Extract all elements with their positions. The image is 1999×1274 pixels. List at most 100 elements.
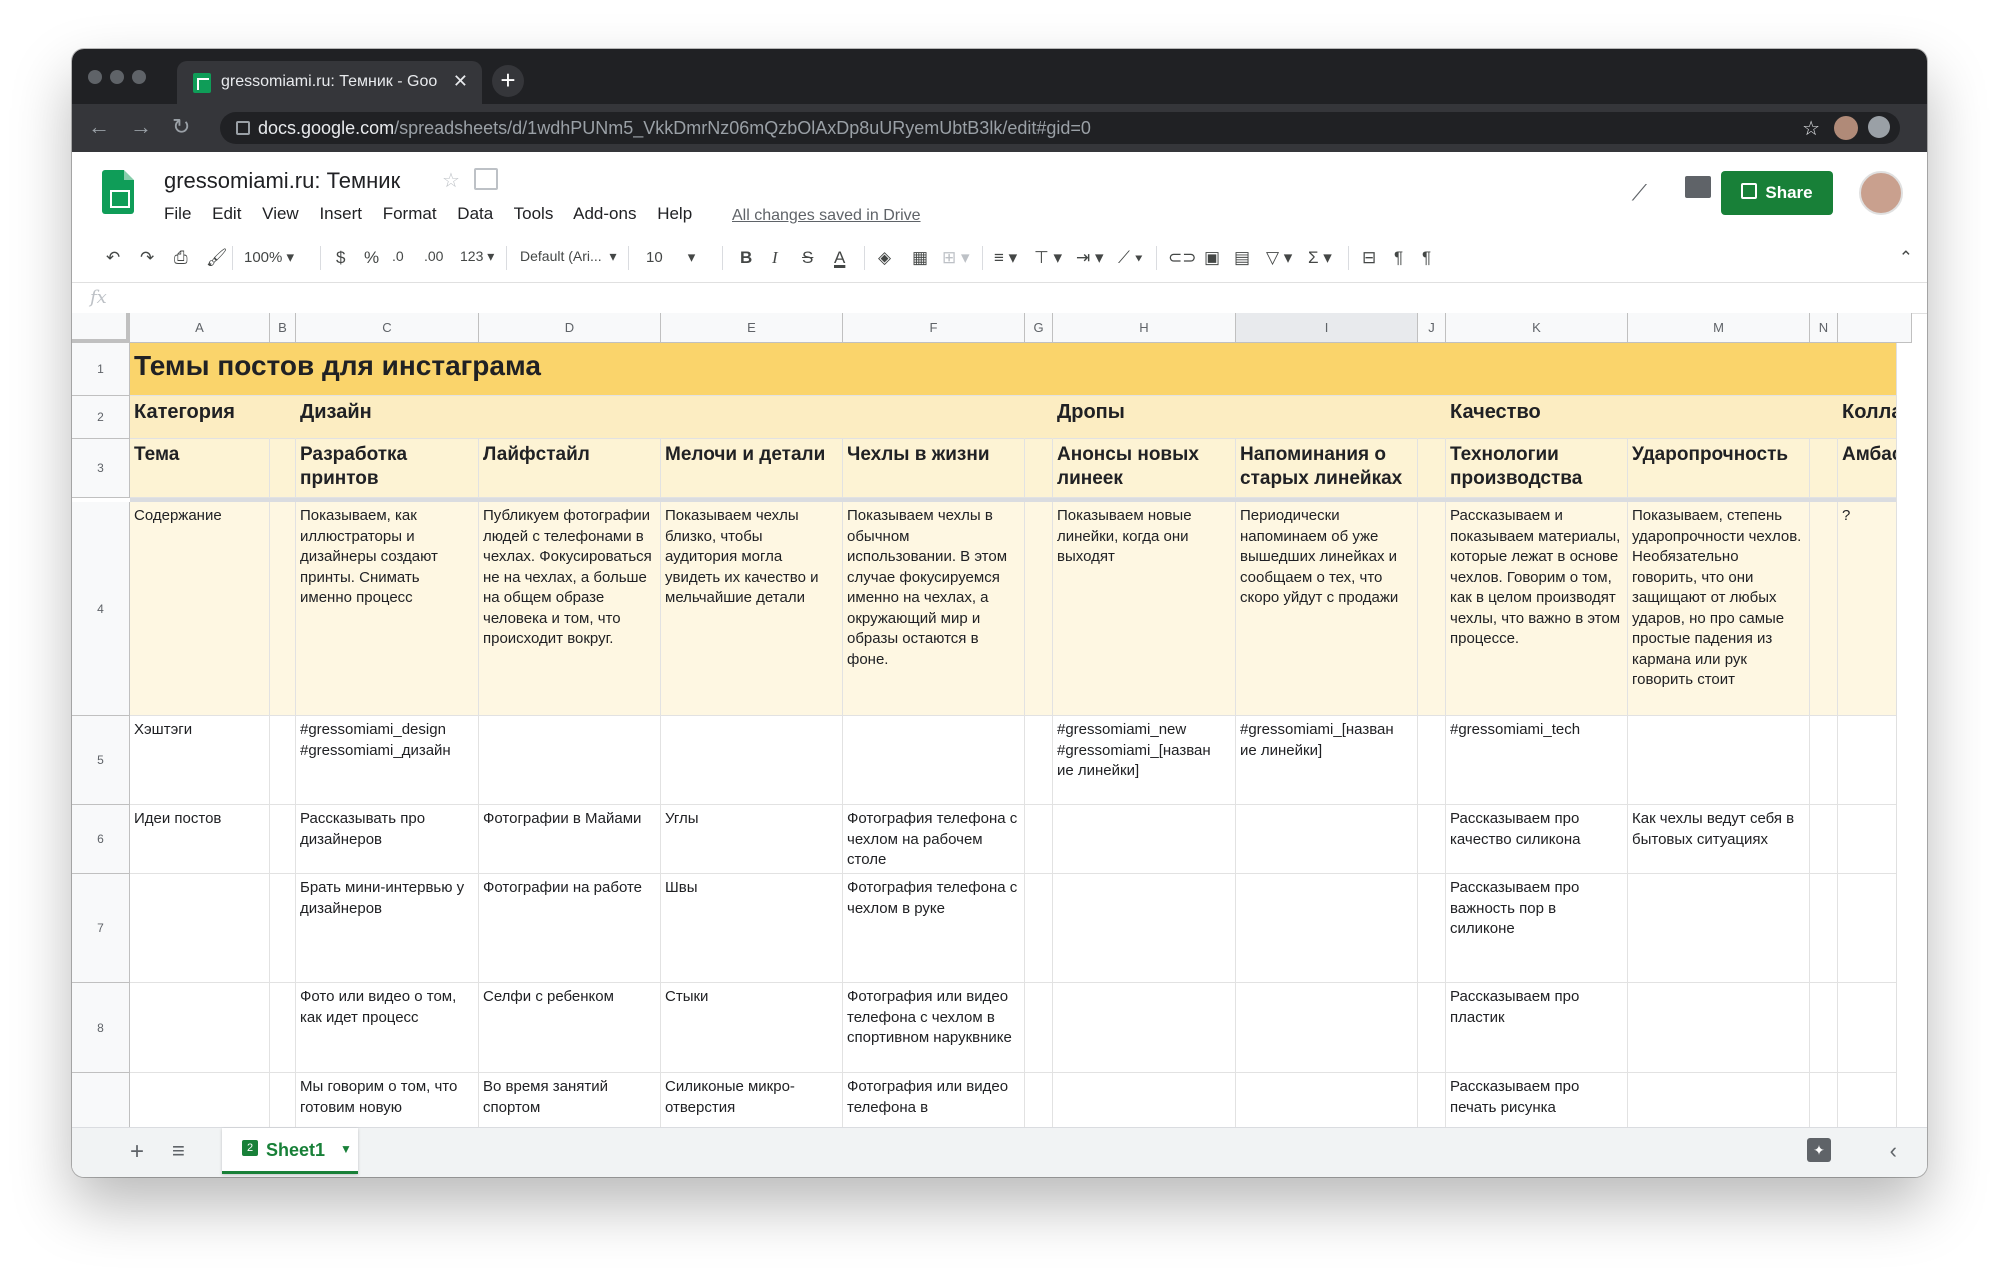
text-rotation-icon[interactable]: ⟋ ▾ [1118, 248, 1143, 268]
all-sheets-icon[interactable]: ≡ [172, 1138, 185, 1164]
star-icon[interactable]: ☆ [442, 168, 460, 193]
idea-cell[interactable]: Швы [661, 874, 843, 983]
cell[interactable] [1025, 502, 1053, 716]
vertical-align-icon[interactable]: ⊤ ▾ [1034, 248, 1062, 268]
text-color-icon[interactable]: A [834, 248, 845, 268]
idea-cell[interactable]: Фотография телефона с чехлом в руке [843, 874, 1025, 983]
content-label-cell[interactable]: Содержание [130, 502, 270, 716]
column-header[interactable]: E [661, 313, 843, 343]
close-icon[interactable]: ✕ [453, 71, 468, 92]
paint-format-icon[interactable]: 🖌︎ [206, 248, 228, 268]
merge-cells-icon[interactable]: ⊞ ▾ [942, 248, 970, 268]
row-header[interactable]: 3 [72, 439, 130, 498]
cell[interactable] [1236, 983, 1418, 1073]
content-cell[interactable]: Периодически напоминаем об уже вышедших … [1236, 502, 1418, 716]
topic-cell[interactable]: Лайфстайл [479, 439, 661, 498]
cell[interactable] [270, 439, 296, 498]
hashtag-cell[interactable]: #gressomiami_tech [1446, 716, 1628, 805]
font-size-select[interactable]: 10 ▾ [646, 248, 695, 266]
column-header[interactable]: D [479, 313, 661, 343]
column-header[interactable]: B [270, 313, 296, 343]
explore-icon[interactable]: ✦ [1807, 1138, 1831, 1162]
cell[interactable] [1053, 874, 1236, 983]
column-header[interactable]: J [1418, 313, 1446, 343]
cell[interactable] [1053, 805, 1236, 874]
category-quality-cell[interactable]: Качество [1446, 396, 1838, 439]
extension-icon[interactable] [1868, 116, 1890, 138]
freeze-icon[interactable]: ⊟ [1362, 248, 1376, 268]
topic-label-cell[interactable]: Тема [130, 439, 270, 498]
cell[interactable] [270, 805, 296, 874]
cell[interactable] [270, 716, 296, 805]
cell[interactable] [1418, 439, 1446, 498]
print-icon[interactable]: ⎙ [174, 248, 188, 268]
vertical-scrollbar[interactable] [1896, 343, 1912, 1175]
bookmark-star-icon[interactable]: ☆ [1802, 116, 1820, 141]
cell[interactable] [479, 716, 661, 805]
content-cell[interactable]: Показываем, как иллюстраторы и дизайнеры… [296, 502, 479, 716]
add-sheet-icon[interactable]: + [130, 1138, 144, 1166]
column-header[interactable]: F [843, 313, 1025, 343]
cell[interactable] [270, 874, 296, 983]
cell[interactable] [1810, 874, 1838, 983]
menu-data[interactable]: Data [457, 204, 493, 223]
account-avatar[interactable] [1859, 171, 1903, 215]
column-header[interactable]: C [296, 313, 479, 343]
cell[interactable] [1418, 805, 1446, 874]
content-cell[interactable]: Показываем чехлы близко, чтобы аудитория… [661, 502, 843, 716]
chevron-left-icon[interactable]: ‹ [1890, 1138, 1897, 1164]
topic-cell[interactable]: Чехлы в жизни [843, 439, 1025, 498]
collapse-toolbar-icon[interactable]: ⌃ [1899, 248, 1913, 268]
cell[interactable] [1418, 396, 1446, 439]
sheet-tab[interactable]: 2 Sheet1 ▼ [222, 1128, 358, 1174]
formula-bar[interactable]: fx [72, 283, 1927, 314]
idea-cell[interactable]: Стыки [661, 983, 843, 1073]
category-drops-cell[interactable]: Дропы [1053, 396, 1418, 439]
cell[interactable] [1053, 983, 1236, 1073]
category-label-cell[interactable]: Категория [130, 396, 270, 439]
cell[interactable] [1025, 874, 1053, 983]
horizontal-align-icon[interactable]: ≡ ▾ [994, 248, 1017, 268]
minimize-window-button[interactable] [110, 70, 124, 84]
percent-format-button[interactable]: % [364, 248, 379, 268]
borders-icon[interactable]: ▦ [912, 248, 928, 268]
menu-insert[interactable]: Insert [319, 204, 362, 223]
cell[interactable] [1810, 439, 1838, 498]
idea-cell[interactable]: Углы [661, 805, 843, 874]
increase-decimal-button[interactable]: .00 [424, 248, 443, 264]
undo-icon[interactable]: ↶ [106, 248, 120, 268]
document-title[interactable]: gressomiami.ru: Темник [164, 168, 400, 194]
cell[interactable] [1418, 502, 1446, 716]
topic-cell[interactable]: Технологии производства [1446, 439, 1628, 498]
cell[interactable] [130, 983, 270, 1073]
reload-icon[interactable]: ↻ [172, 114, 190, 140]
comment-icon[interactable] [1685, 176, 1711, 198]
idea-cell[interactable]: Рассказываем про пластик [1446, 983, 1628, 1073]
select-all-corner[interactable] [72, 313, 130, 343]
back-icon[interactable]: ← [88, 114, 110, 140]
menu-tools[interactable]: Tools [514, 204, 554, 223]
currency-format-button[interactable]: $ [336, 248, 345, 268]
hashtag-cell[interactable]: #gressomiami_new #gressomiami_[назван ие… [1053, 716, 1236, 805]
insert-comment-icon[interactable]: ▣ [1204, 248, 1220, 268]
cell[interactable] [1418, 874, 1446, 983]
redo-icon[interactable]: ↷ [140, 248, 154, 268]
idea-cell[interactable]: Фотография телефона с чехлом на рабочем … [843, 805, 1025, 874]
column-header[interactable] [1838, 313, 1912, 343]
strikethrough-icon[interactable]: S [802, 248, 813, 268]
cell[interactable] [843, 716, 1025, 805]
functions-icon[interactable]: Σ ▾ [1308, 248, 1332, 268]
row-header[interactable]: 6 [72, 805, 130, 874]
profile-avatar[interactable] [1834, 116, 1858, 140]
idea-cell[interactable]: Рассказывать про дизайнеров [296, 805, 479, 874]
cell[interactable] [1236, 874, 1418, 983]
cell[interactable] [661, 716, 843, 805]
maximize-window-button[interactable] [132, 70, 146, 84]
topic-cell[interactable]: Мелочи и детали [661, 439, 843, 498]
idea-cell[interactable]: Фотография или видео телефона с чехлом в… [843, 983, 1025, 1073]
row-header[interactable]: 4 [72, 502, 130, 716]
menu-file[interactable]: File [164, 204, 191, 223]
content-cell[interactable]: Публикуем фотографии людей с телефонами … [479, 502, 661, 716]
idea-cell[interactable]: Рассказываем про важность пор в силиконе [1446, 874, 1628, 983]
insert-chart-icon[interactable]: ▤ [1234, 248, 1250, 268]
